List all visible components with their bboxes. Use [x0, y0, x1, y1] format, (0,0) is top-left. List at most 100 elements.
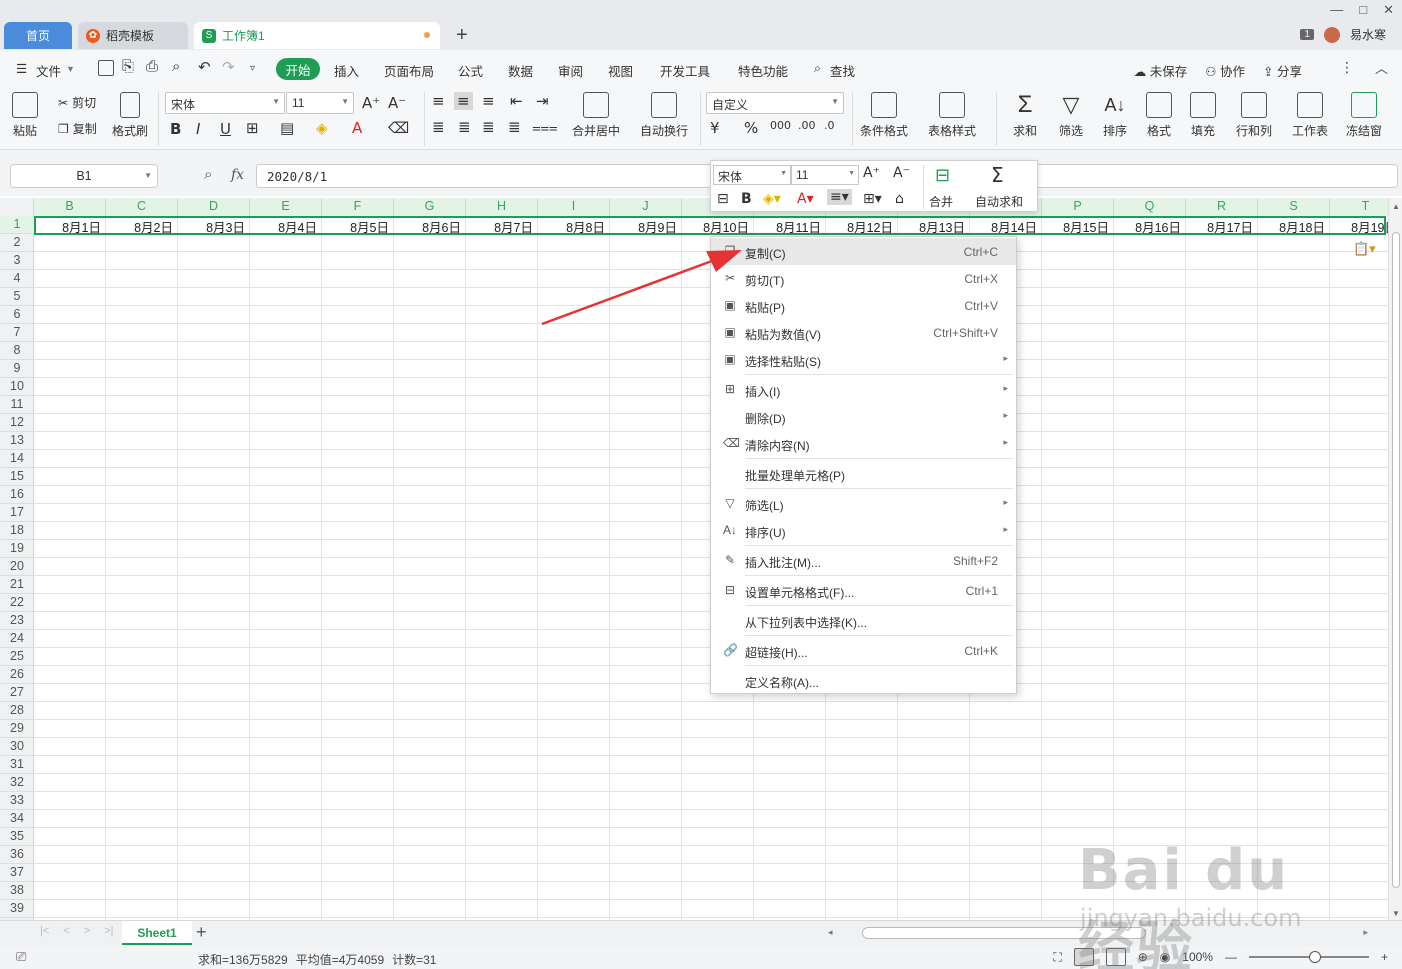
- row-header-38[interactable]: 38: [0, 882, 34, 900]
- fill-color-icon[interactable]: ◈▾: [763, 191, 781, 207]
- underline-icon[interactable]: U: [220, 120, 231, 138]
- scroll-left-icon[interactable]: ◂: [828, 927, 833, 938]
- mini-merge-button[interactable]: 合并: [929, 193, 953, 210]
- row-header-39[interactable]: 39: [0, 900, 34, 918]
- spreadsheet-grid[interactable]: BCDEFGHIJKLMNOPQRST 12345678910111213141…: [0, 198, 1388, 920]
- collab-button[interactable]: ⚇ 协作: [1205, 61, 1245, 80]
- menu-item-sort[interactable]: A↓ 排序(U) ▸: [711, 517, 1016, 544]
- vertical-scrollbar[interactable]: ▲ ▼: [1388, 198, 1402, 920]
- cell-r1[interactable]: 8月17日: [1186, 217, 1257, 234]
- decrease-font-icon[interactable]: A⁻: [388, 94, 406, 112]
- row-header-11[interactable]: 11: [0, 396, 34, 414]
- new-tab-button[interactable]: +: [456, 24, 468, 47]
- share-button[interactable]: ⇪ 分享: [1263, 61, 1302, 80]
- fill-button[interactable]: 填充: [1190, 92, 1216, 139]
- menu-item-copy[interactable]: ❐ 复制(C) Ctrl+C: [711, 238, 1016, 265]
- cell-o1[interactable]: 8月14日: [970, 217, 1041, 234]
- row-header-30[interactable]: 30: [0, 738, 34, 756]
- align-bottom-icon[interactable]: ≡: [482, 92, 495, 110]
- decrease-decimal-icon[interactable]: .0: [824, 119, 835, 132]
- cell-t1[interactable]: 8月19日: [1330, 217, 1388, 234]
- row-header-37[interactable]: 37: [0, 864, 34, 882]
- row-header-24[interactable]: 24: [0, 630, 34, 648]
- paste-button[interactable]: 粘贴: [12, 92, 38, 139]
- wrap-text-button[interactable]: 自动换行: [640, 92, 688, 139]
- merge-center-button[interactable]: 合并居中: [572, 92, 620, 139]
- avatar[interactable]: [1323, 26, 1340, 43]
- cell-l1[interactable]: 8月11日: [754, 217, 825, 234]
- menu-view[interactable]: 视图: [608, 61, 633, 80]
- align-middle-icon[interactable]: ≡: [454, 92, 473, 110]
- conditional-format-button[interactable]: 条件格式: [860, 92, 908, 139]
- menu-item-insert-comment[interactable]: ✎ 插入批注(M)... Shift+F2: [711, 547, 1016, 574]
- chevron-down-icon[interactable]: ▼: [66, 64, 75, 74]
- menu-review[interactable]: 审阅: [558, 61, 583, 80]
- column-header-t[interactable]: T: [1330, 198, 1388, 216]
- mini-font-name-select[interactable]: 宋体 ▼: [713, 165, 791, 185]
- menu-formula[interactable]: 公式: [458, 61, 483, 80]
- font-size-select[interactable]: 11 ▼: [286, 92, 354, 114]
- copy-button[interactable]: ❐ 复制: [58, 120, 97, 137]
- wrap-icon[interactable]: ⊟: [717, 191, 729, 207]
- menu-item-clear[interactable]: ⌫ 清除内容(N) ▸: [711, 430, 1016, 457]
- collapse-ribbon-icon[interactable]: ︿: [1375, 58, 1388, 77]
- row-header-14[interactable]: 14: [0, 450, 34, 468]
- mini-autosum-button[interactable]: 自动求和: [975, 193, 1023, 210]
- more-icon[interactable]: ⋮: [1340, 59, 1354, 76]
- cell-p1[interactable]: 8月15日: [1042, 217, 1113, 234]
- cell-q1[interactable]: 8月16日: [1114, 217, 1185, 234]
- cell-j1[interactable]: 8月9日: [610, 217, 681, 234]
- row-header-16[interactable]: 16: [0, 486, 34, 504]
- column-header-i[interactable]: I: [538, 198, 610, 216]
- macro-record-icon[interactable]: ⎚: [16, 949, 26, 965]
- cell-g1[interactable]: 8月6日: [394, 217, 465, 234]
- format-button[interactable]: 格式: [1146, 92, 1172, 139]
- percent-icon[interactable]: %: [744, 119, 758, 137]
- column-header-q[interactable]: Q: [1114, 198, 1186, 216]
- row-header-23[interactable]: 23: [0, 612, 34, 630]
- user-name[interactable]: 易水寒: [1350, 26, 1386, 43]
- scroll-right-icon[interactable]: ▸: [1363, 927, 1368, 938]
- font-color-icon[interactable]: A: [352, 119, 362, 137]
- row-header-13[interactable]: 13: [0, 432, 34, 450]
- last-sheet-icon[interactable]: >|: [104, 925, 113, 937]
- menu-item-insert[interactable]: ⊞ 插入(I) ▸: [711, 376, 1016, 403]
- column-header-e[interactable]: E: [250, 198, 322, 216]
- increase-font-icon[interactable]: A⁺: [362, 94, 380, 112]
- menu-special[interactable]: 特色功能: [738, 61, 788, 80]
- row-header-17[interactable]: 17: [0, 504, 34, 522]
- export-icon[interactable]: ⎘: [122, 58, 134, 75]
- table-style-button[interactable]: 表格样式: [928, 92, 976, 139]
- menu-item-paste-values[interactable]: ▣ 粘贴为数值(V) Ctrl+Shift+V: [711, 319, 1016, 346]
- font-name-select[interactable]: 宋体 ▼: [165, 92, 285, 114]
- row-header-33[interactable]: 33: [0, 792, 34, 810]
- row-header-25[interactable]: 25: [0, 648, 34, 666]
- italic-icon[interactable]: I: [196, 120, 200, 138]
- row-header-10[interactable]: 10: [0, 378, 34, 396]
- minimize-icon[interactable]: —: [1330, 2, 1343, 18]
- row-header-29[interactable]: 29: [0, 720, 34, 738]
- row-col-button[interactable]: 行和列: [1236, 92, 1272, 139]
- column-header-d[interactable]: D: [178, 198, 250, 216]
- align-left-icon[interactable]: ≣: [432, 118, 445, 136]
- mini-font-size-select[interactable]: 11 ▼: [791, 165, 859, 185]
- column-header-p[interactable]: P: [1042, 198, 1114, 216]
- restore-icon[interactable]: □: [1359, 2, 1367, 18]
- bold-icon[interactable]: B: [170, 120, 181, 138]
- menu-item-cut[interactable]: ✂ 剪切(T) Ctrl+X: [711, 265, 1016, 292]
- menu-item-delete[interactable]: 删除(D) ▸: [711, 403, 1016, 430]
- select-all-corner[interactable]: [0, 198, 34, 216]
- row-header-2[interactable]: 2: [0, 234, 34, 252]
- fx-icon[interactable]: fx: [231, 167, 244, 183]
- row-header-31[interactable]: 31: [0, 756, 34, 774]
- row-header-36[interactable]: 36: [0, 846, 34, 864]
- tab-workbook[interactable]: S 工作簿1: [194, 22, 440, 49]
- first-sheet-icon[interactable]: |<: [40, 925, 49, 937]
- increase-font-icon[interactable]: A⁺: [863, 165, 880, 181]
- menu-insert[interactable]: 插入: [334, 61, 359, 80]
- row-header-6[interactable]: 6: [0, 306, 34, 324]
- close-icon[interactable]: ✕: [1383, 2, 1394, 18]
- row-header-32[interactable]: 32: [0, 774, 34, 792]
- number-format-select[interactable]: 自定义 ▼: [706, 92, 844, 114]
- distributed-icon[interactable]: ⩶: [532, 118, 558, 136]
